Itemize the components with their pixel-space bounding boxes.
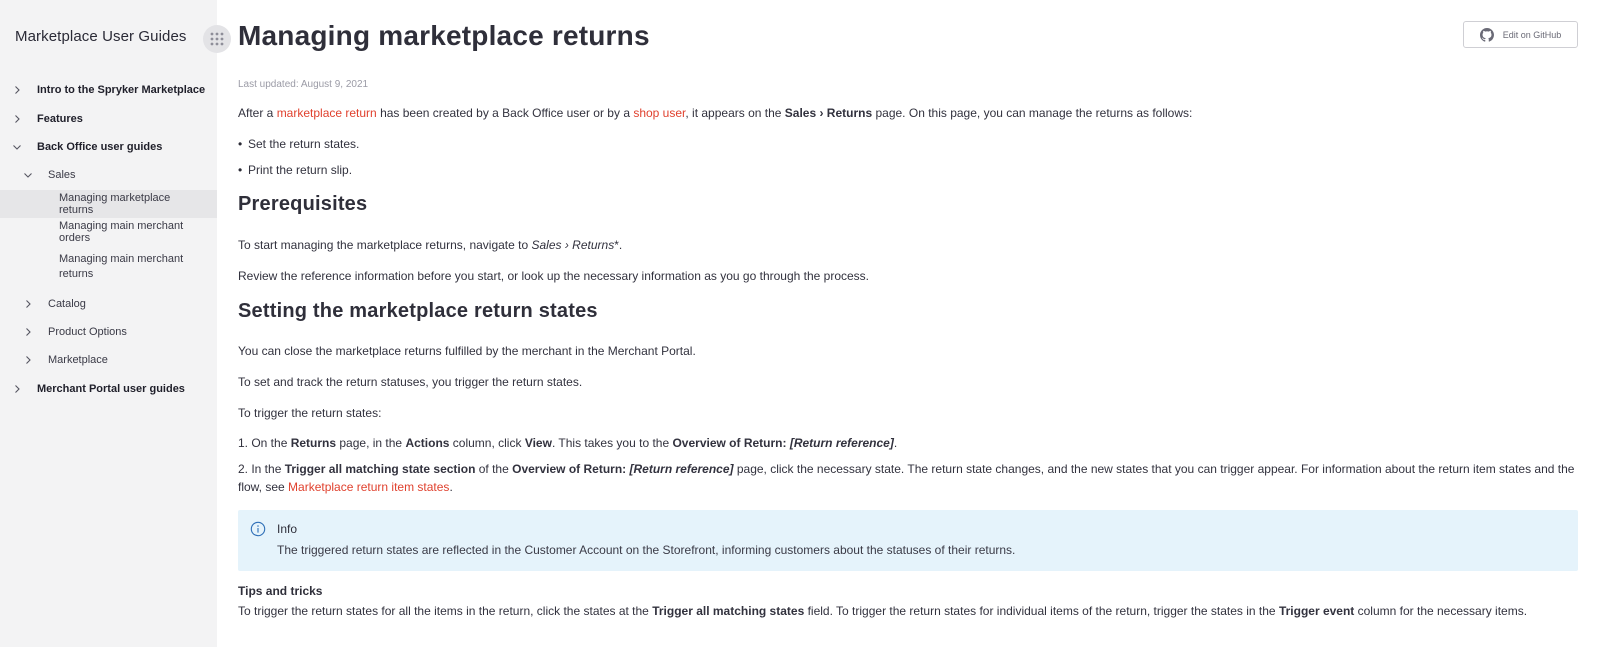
chevron-down-icon[interactable] bbox=[12, 142, 22, 152]
bold-italic-text: [Return reference] bbox=[789, 436, 894, 450]
sidebar-item-label: Merchant Portal user guides bbox=[37, 382, 185, 395]
text: 1. On the bbox=[238, 436, 291, 450]
github-icon bbox=[1479, 27, 1494, 42]
sidebar-item-label: Managing main merchant orders bbox=[59, 220, 184, 245]
text: To trigger the return states for all the… bbox=[238, 604, 653, 618]
sidebar-item-label: Sales bbox=[48, 169, 76, 182]
sidebar-item-back-office[interactable]: Back Office user guides bbox=[0, 133, 217, 161]
sidebar-item-managing-main-merchant-returns[interactable]: Managing main merchant returns bbox=[0, 246, 217, 289]
info-callout: Info The triggered return states are ref… bbox=[238, 510, 1578, 571]
bold-text: Overview of Return: bbox=[512, 462, 630, 476]
info-text: The triggered return states are reflecte… bbox=[277, 543, 1016, 557]
last-updated: Last updated: August 9, 2021 bbox=[238, 79, 369, 90]
step-1: 1. On the Returns page, in the Actions c… bbox=[238, 434, 1578, 452]
text: page, in the bbox=[336, 436, 406, 450]
bold-italic-text: [Return reference] bbox=[629, 462, 734, 476]
chevron-right-icon[interactable] bbox=[12, 114, 22, 124]
app-layout: Marketplace User Guides Intro to the Spr… bbox=[0, 0, 1600, 647]
text: page. On this page, you can manage the r… bbox=[872, 106, 1193, 120]
bold-text: Actions bbox=[405, 436, 450, 450]
edit-on-github-label: Edit on GitHub bbox=[1502, 29, 1562, 40]
sidebar-header: Marketplace User Guides bbox=[0, 0, 217, 76]
text: column, click bbox=[449, 436, 525, 450]
sidebar-item-marketplace[interactable]: Marketplace bbox=[0, 346, 217, 374]
step-2: 2. In the Trigger all matching state sec… bbox=[238, 460, 1578, 496]
text: . bbox=[449, 480, 453, 494]
text: field. To trigger the return states for … bbox=[804, 604, 1279, 618]
chevron-right-icon[interactable] bbox=[12, 384, 22, 394]
chevron-right-icon[interactable] bbox=[23, 355, 33, 365]
heading-setting-states: Setting the marketplace return states bbox=[238, 300, 598, 322]
apps-menu-button[interactable] bbox=[203, 25, 231, 53]
sidebar-item-catalog[interactable]: Catalog bbox=[0, 289, 217, 317]
tips-heading: Tips and tricks bbox=[238, 584, 323, 598]
sidebar-item-intro[interactable]: Intro to the Spryker Marketplace bbox=[0, 76, 217, 104]
text: column for the necessary items. bbox=[1354, 604, 1528, 618]
sidebar-item-managing-marketplace-returns[interactable]: Managing marketplace returns bbox=[0, 189, 217, 218]
heading-prerequisites: Prerequisites bbox=[238, 193, 368, 215]
intro-paragraph: After a marketplace return has been crea… bbox=[238, 104, 1578, 122]
sidebar-item-managing-main-merchant-orders[interactable]: Managing main merchant orders bbox=[0, 218, 217, 246]
sidebar-item-features[interactable]: Features bbox=[0, 104, 217, 132]
list-item: Set the return states. bbox=[238, 135, 359, 153]
text: After a bbox=[238, 106, 277, 120]
bold-text: Sales › Returns bbox=[784, 106, 873, 120]
info-circle-icon bbox=[250, 521, 266, 537]
sidebar-item-label: Back Office user guides bbox=[37, 140, 163, 153]
bold-text: Trigger event bbox=[1278, 604, 1355, 618]
sidebar-item-product-options[interactable]: Product Options bbox=[0, 318, 217, 346]
chevron-right-icon[interactable] bbox=[23, 327, 33, 337]
bold-text: Returns bbox=[290, 436, 337, 450]
sidebar-item-label: Product Options bbox=[48, 325, 127, 338]
marketplace-return-link[interactable]: marketplace return bbox=[277, 106, 377, 120]
tips-paragraph: To trigger the return states for all the… bbox=[238, 602, 1527, 620]
sidebar-item-label: Intro to the Spryker Marketplace bbox=[37, 84, 206, 97]
setting-paragraph-2: To set and track the return statuses, yo… bbox=[238, 375, 583, 389]
prereq-paragraph-2: Review the reference information before … bbox=[238, 269, 870, 283]
bold-text: Trigger all matching states bbox=[652, 604, 805, 618]
italic-text: Sales › Returns bbox=[531, 238, 615, 252]
list-item: Print the return slip. bbox=[238, 161, 352, 179]
shop-user-link[interactable]: shop user bbox=[633, 106, 685, 120]
text: 2. In the bbox=[238, 462, 285, 476]
bold-text: Trigger all matching state section bbox=[284, 462, 476, 476]
grid-dots-icon bbox=[210, 32, 224, 46]
sidebar-item-sales[interactable]: Sales bbox=[0, 161, 217, 189]
sidebar-item-label: Catalog bbox=[48, 297, 86, 310]
return-item-states-link[interactable]: Marketplace return item states bbox=[288, 480, 449, 494]
main-content: Managing marketplace returns Edit on Git… bbox=[217, 0, 1600, 647]
sidebar-item-label: Marketplace bbox=[48, 354, 108, 367]
sidebar-item-label: Features bbox=[37, 112, 83, 125]
sidebar-title[interactable]: Marketplace User Guides bbox=[15, 28, 187, 45]
setting-paragraph-1: You can close the marketplace returns fu… bbox=[238, 344, 696, 358]
text: of the bbox=[475, 462, 513, 476]
chevron-down-icon[interactable] bbox=[23, 170, 33, 180]
sidebar-item-merchant-portal[interactable]: Merchant Portal user guides bbox=[0, 375, 217, 403]
page-title: Managing marketplace returns bbox=[238, 20, 650, 51]
chevron-right-icon[interactable] bbox=[23, 299, 33, 309]
sidebar-item-label: Managing marketplace returns bbox=[59, 191, 171, 216]
text: To start managing the marketplace return… bbox=[238, 238, 532, 252]
text: *. bbox=[614, 238, 623, 252]
text: has been created by a Back Office user o… bbox=[376, 106, 634, 120]
sidebar: Marketplace User Guides Intro to the Spr… bbox=[0, 0, 231, 647]
setting-paragraph-3: To trigger the return states: bbox=[238, 406, 382, 420]
text: , it appears on the bbox=[685, 106, 785, 120]
info-title: Info bbox=[277, 522, 298, 536]
bold-text: Overview of Return: bbox=[672, 436, 790, 450]
edit-on-github-button[interactable]: Edit on GitHub bbox=[1463, 21, 1578, 48]
text: . This takes you to the bbox=[551, 436, 673, 450]
prereq-paragraph-1: To start managing the marketplace return… bbox=[238, 236, 1578, 254]
sidebar-item-label: Managing main merchant returns bbox=[59, 253, 184, 281]
chevron-right-icon[interactable] bbox=[12, 85, 22, 95]
sidebar-nav: Intro to the Spryker Marketplace Feature… bbox=[0, 76, 217, 403]
text: . bbox=[893, 436, 898, 450]
bold-text: View bbox=[524, 436, 552, 450]
